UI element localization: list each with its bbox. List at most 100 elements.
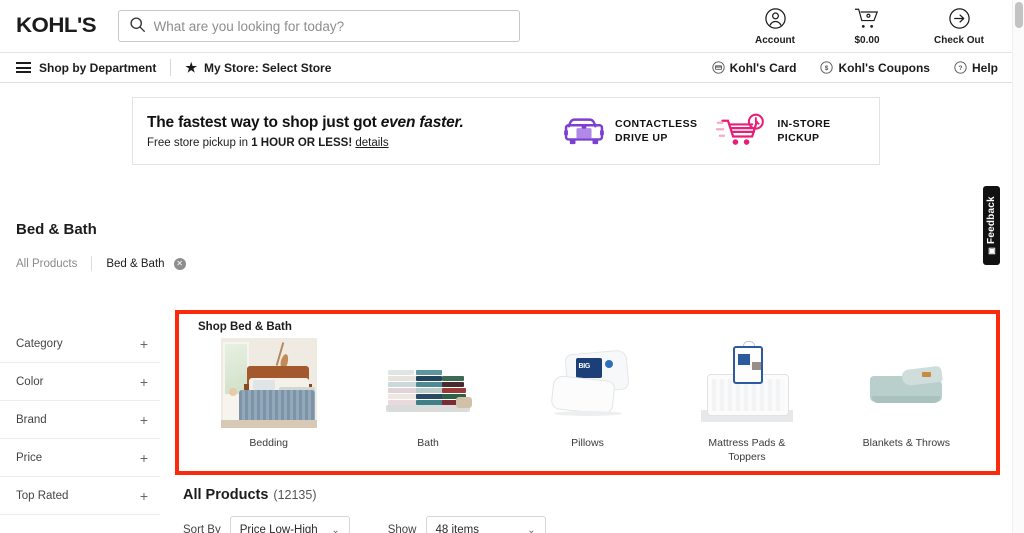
pickup-line2: PICKUP <box>777 132 820 144</box>
promo-sub-prefix: Free store pickup in <box>147 137 252 150</box>
search-bar[interactable] <box>117 10 520 42</box>
category-tile-mattress-pads[interactable]: Mattress Pads & Toppers <box>667 338 826 464</box>
folded-sage-blanket-image <box>858 338 955 428</box>
category-tile-bath[interactable]: Bath <box>348 338 507 464</box>
subnav-left-group: Shop by Department ★ My Store: Select St… <box>16 59 331 76</box>
in-store-pickup-label: IN-STORE PICKUP <box>777 117 830 145</box>
plus-icon: + <box>139 411 148 428</box>
white-pillows-image <box>539 338 636 428</box>
plus-icon: + <box>139 373 148 390</box>
filter-price-label: Price <box>16 451 43 464</box>
checkout-button[interactable]: Check Out <box>928 7 990 46</box>
all-products-section: All Products (12135) Sort By Price Low-Hi… <box>183 487 546 533</box>
kohls-logo[interactable]: KOHL'S <box>16 14 97 38</box>
search-icon <box>129 16 146 36</box>
chevron-down-icon: ⌄ <box>331 524 340 533</box>
help-link[interactable]: ? Help <box>954 61 998 75</box>
show-label: Show <box>387 524 417 533</box>
quilted-mattress-pad-image <box>698 338 795 428</box>
account-button[interactable]: Account <box>744 7 806 46</box>
cart-total-label: $0.00 <box>854 34 880 46</box>
breadcrumb-all-products[interactable]: All Products <box>16 258 77 270</box>
breadcrumb-separator <box>91 256 93 271</box>
store-pickup-promo-banner: The fastest way to shop just got even fa… <box>132 97 880 165</box>
svg-text:?: ? <box>958 65 962 72</box>
scrollbar-thumb[interactable] <box>1015 2 1023 28</box>
promo-headline: The fastest way to shop just got even fa… <box>147 113 545 132</box>
svg-text:$: $ <box>825 65 829 72</box>
category-label-bedding: Bedding <box>249 437 288 449</box>
credit-card-circle-icon <box>711 61 725 74</box>
account-person-icon <box>764 7 787 33</box>
category-label-mattress-pads: Mattress Pads & Toppers <box>708 437 786 463</box>
filter-brand-label: Brand <box>16 413 47 426</box>
contactless-drive-up-label: CONTACTLESS DRIVE UP <box>615 117 697 145</box>
kohls-card-link[interactable]: Kohl's Card <box>711 60 797 75</box>
filter-color[interactable]: Color + <box>0 363 160 401</box>
filter-price[interactable]: Price + <box>0 439 160 477</box>
hamburger-menu-icon <box>16 62 31 73</box>
category-tile-blankets-throws[interactable]: Blankets & Throws <box>827 338 986 464</box>
shopping-cart-icon <box>854 7 880 33</box>
account-label: Account <box>755 34 795 46</box>
filter-top-rated-label: Top Rated <box>16 489 69 502</box>
promo-text-block: The fastest way to shop just got even fa… <box>147 113 545 149</box>
filter-category[interactable]: Category + <box>0 325 160 363</box>
kohls-coupons-link[interactable]: $ Kohl's Coupons <box>820 61 930 75</box>
category-label-bath: Bath <box>417 437 439 449</box>
in-store-pickup-feature: IN-STORE PICKUP <box>715 113 830 150</box>
category-title-block: Bed & Bath All Products Bed & Bath ✕ <box>0 165 1012 271</box>
checkout-label: Check Out <box>933 34 984 46</box>
my-store-label: My Store: Select Store <box>204 60 332 75</box>
site-header: KOHL'S Account <box>0 0 1012 52</box>
category-tiles-row: Bedding Bath BIG Pillows Mattress Pads &… <box>179 333 996 464</box>
shop-bed-and-bath-module-highlight: Shop Bed & Bath Bedding Bath BIG Pillows… <box>175 310 1000 475</box>
promo-headline-plain: The fastest way to shop just got <box>147 113 381 131</box>
drive-up-line1: CONTACTLESS <box>615 117 698 130</box>
header-actions: Account $0.00 Check Out <box>744 7 998 46</box>
page-title: Bed & Bath <box>16 221 97 238</box>
category-tile-pillows[interactable]: Pillows <box>508 338 667 464</box>
drive-up-line2: DRIVE UP <box>615 132 668 144</box>
stacked-towels-image <box>380 338 477 428</box>
dollar-circle-icon: $ <box>820 61 834 74</box>
feedback-label: Feedback <box>986 196 997 244</box>
breadcrumb: All Products Bed & Bath ✕ <box>16 256 1012 271</box>
plus-icon: + <box>139 449 148 466</box>
my-store-button[interactable]: ★ My Store: Select Store <box>185 61 331 75</box>
feedback-tab[interactable]: ▣ Feedback <box>983 186 1000 265</box>
feedback-icon: ▣ <box>987 246 996 255</box>
filter-top-rated[interactable]: Top Rated + <box>0 477 160 515</box>
sort-by-select[interactable]: Price Low-High ⌄ <box>229 516 350 533</box>
question-circle-icon: ? <box>954 61 967 74</box>
search-input[interactable] <box>153 18 509 34</box>
shop-by-department-button[interactable]: Shop by Department <box>16 61 156 75</box>
category-tile-bedding[interactable]: Bedding <box>189 338 348 464</box>
category-label-blankets-throws: Blankets & Throws <box>862 437 950 449</box>
shop-module-title: Shop Bed & Bath <box>198 321 292 333</box>
promo-headline-italic: even faster. <box>380 113 464 131</box>
promo-details-link[interactable]: details <box>355 137 388 149</box>
cart-button[interactable]: $0.00 <box>836 7 898 46</box>
kohls-card-label: Kohl's Card <box>729 60 797 75</box>
arrow-right-circle-icon <box>948 7 971 33</box>
subnav-right-group: Kohl's Card $ Kohl's Coupons ? Help <box>711 60 998 75</box>
filter-brand[interactable]: Brand + <box>0 401 160 439</box>
bedroom-blue-comforter-image <box>220 338 317 428</box>
subnav-divider <box>170 59 172 76</box>
star-icon: ★ <box>185 60 198 75</box>
help-label: Help <box>971 60 998 75</box>
shop-by-department-label: Shop by Department <box>39 60 157 75</box>
breadcrumb-current-filter: Bed & Bath <box>106 257 165 270</box>
promo-sub-bold: 1 HOUR OR LESS! <box>251 137 353 150</box>
show-select[interactable]: 48 items ⌄ <box>425 516 546 533</box>
promo-subtext: Free store pickup in 1 HOUR OR LESS! det… <box>147 137 545 149</box>
car-drive-up-icon <box>563 113 605 150</box>
promo-banner-wrap: The fastest way to shop just got even fa… <box>0 83 1012 165</box>
secondary-navigation: Shop by Department ★ My Store: Select St… <box>0 52 1012 83</box>
sort-by-value: Price Low-High <box>239 524 318 533</box>
pickup-line1: IN-STORE <box>777 117 831 130</box>
page-scrollbar[interactable] <box>1012 0 1024 533</box>
all-products-label: All Products <box>183 487 269 503</box>
close-x-icon[interactable]: ✕ <box>173 257 186 270</box>
